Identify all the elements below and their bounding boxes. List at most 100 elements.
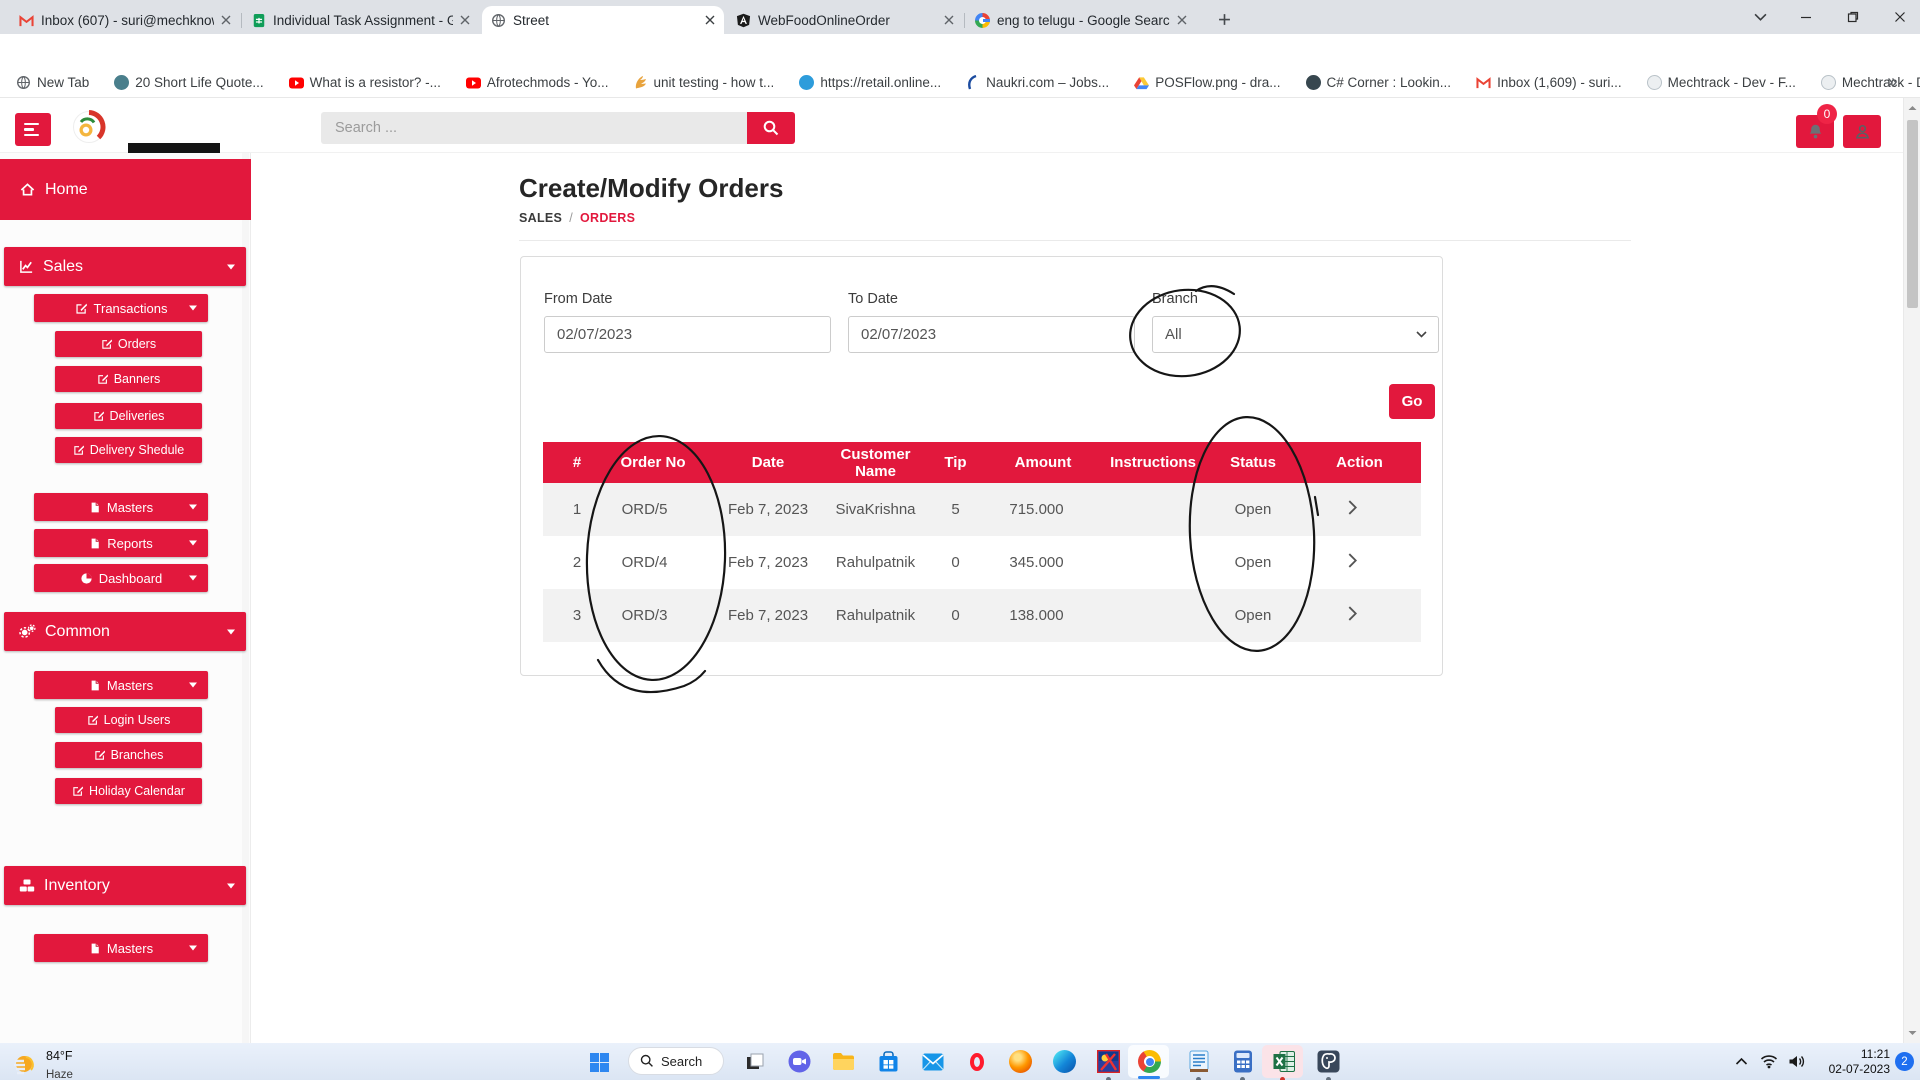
new-tab-button[interactable]	[1213, 8, 1235, 30]
app-search-button[interactable]	[747, 112, 795, 144]
sidebar-toggle-button[interactable]	[15, 113, 51, 146]
tab-close-icon[interactable]	[1177, 15, 1187, 25]
bookmark-item[interactable]: https://retail.online...	[799, 75, 941, 90]
google-favicon	[975, 13, 990, 28]
sidebar-item-holiday-calendar[interactable]: Holiday Calendar	[55, 778, 202, 804]
profile-button[interactable]	[1843, 115, 1881, 148]
chrome-browser-icon[interactable]	[1137, 1049, 1162, 1074]
tab-close-icon[interactable]	[221, 15, 231, 25]
taskbar-clock[interactable]: 11:21 02-07-2023	[1808, 1047, 1890, 1077]
sidebar-item-common[interactable]: Common	[4, 612, 246, 651]
branch-label: Branch	[1152, 291, 1198, 307]
taskbar-search[interactable]: Search	[628, 1047, 724, 1075]
gears-icon	[19, 624, 36, 639]
bookmark-item[interactable]: Afrotechmods - Yo...	[466, 75, 609, 90]
firefox-browser-icon[interactable]	[1008, 1049, 1033, 1074]
bell-icon	[1807, 123, 1824, 140]
breadcrumb-parent[interactable]: SALES	[519, 211, 562, 225]
tab-close-icon[interactable]	[944, 15, 954, 25]
sidebar-label: Banners	[114, 372, 161, 386]
window-minimize-button[interactable]	[1798, 9, 1814, 25]
sidebar-scrollbar[interactable]	[242, 153, 249, 1043]
sidebar-item-dashboard[interactable]: Dashboard	[34, 564, 208, 592]
branch-select[interactable]: All	[1152, 316, 1439, 353]
microsoft-store-icon[interactable]	[876, 1049, 901, 1074]
sidebar-item-branches[interactable]: Branches	[55, 742, 202, 768]
bookmark-item[interactable]: Mechtrack - Dev - F...	[1821, 75, 1920, 90]
row-expand-chevron[interactable]	[1298, 483, 1421, 536]
sidebar-item-orders[interactable]: Orders	[55, 331, 202, 357]
bookmark-item[interactable]: Naukri.com – Jobs...	[966, 75, 1109, 90]
window-close-button[interactable]	[1892, 9, 1908, 25]
sidebar-item-deliveries[interactable]: Deliveries	[55, 403, 202, 429]
go-button[interactable]: Go	[1389, 384, 1435, 419]
scroll-down-icon[interactable]	[1907, 1027, 1918, 1038]
tray-chevron-icon[interactable]	[1735, 1057, 1748, 1066]
col-header-instructions: Instructions	[1098, 442, 1208, 483]
tab-close-icon[interactable]	[460, 15, 470, 25]
sidebar-item-login-users[interactable]: Login Users	[55, 707, 202, 733]
weather-widget[interactable]: 84°FHaze	[12, 1047, 73, 1080]
wifi-icon[interactable]	[1760, 1054, 1778, 1069]
sidebar-item-home[interactable]: Home	[0, 159, 251, 220]
tab-search-chevron-icon[interactable]	[1752, 9, 1768, 25]
scroll-up-icon[interactable]	[1907, 103, 1918, 114]
mail-app-icon[interactable]	[920, 1049, 945, 1074]
sidebar-item-sales[interactable]: Sales	[4, 247, 246, 286]
tab-sheets[interactable]: Individual Task Assignment - Go	[243, 6, 479, 34]
bookmark-item[interactable]: New Tab	[16, 75, 89, 90]
bookmarks-overflow-icon[interactable]	[1887, 77, 1898, 88]
bookmark-item[interactable]: Mechtrack - Dev - F...	[1647, 75, 1796, 90]
to-date-label: To Date	[848, 291, 898, 307]
tab-close-icon[interactable]	[705, 15, 715, 25]
page-scrollbar[interactable]	[1903, 98, 1920, 1043]
opera-browser-icon[interactable]	[964, 1049, 989, 1074]
table-row[interactable]: 2 ORD/4 Feb 7, 2023 Rahulpatnik 0 345.00…	[543, 536, 1421, 589]
tab-gmail[interactable]: Inbox (607) - suri@mechknowso	[10, 6, 240, 34]
task-view-button[interactable]	[742, 1049, 767, 1074]
to-date-input[interactable]	[848, 316, 1135, 353]
chat-app-icon[interactable]	[787, 1049, 812, 1074]
tab-google-search[interactable]: eng to telugu - Google Search	[966, 6, 1196, 34]
volume-icon[interactable]	[1788, 1054, 1805, 1069]
edge-browser-icon[interactable]	[1052, 1049, 1077, 1074]
sidebar-item-banners[interactable]: Banners	[55, 366, 202, 392]
notification-count-badge[interactable]: 2	[1895, 1052, 1914, 1071]
row-expand-chevron[interactable]	[1298, 536, 1421, 589]
sidebar-item-inventory[interactable]: Inventory	[4, 866, 246, 905]
window-restore-button[interactable]	[1845, 9, 1861, 25]
bookmark-item[interactable]: 20 Short Life Quote...	[114, 75, 263, 90]
postgres-app-icon[interactable]	[1316, 1049, 1341, 1074]
boxes-icon	[19, 878, 35, 894]
file-explorer-icon[interactable]	[831, 1049, 856, 1074]
col-header-num: #	[543, 442, 598, 483]
status-badge: Open	[1208, 536, 1298, 589]
sidebar-item-masters-inventory[interactable]: Masters	[34, 934, 208, 962]
tab-active-street[interactable]: Street	[482, 6, 724, 34]
bookmark-item[interactable]: Inbox (1,609) - suri...	[1476, 75, 1622, 90]
bookmark-item[interactable]: POSFlow.png - dra...	[1134, 75, 1280, 90]
xming-app-icon[interactable]	[1096, 1049, 1121, 1074]
start-button[interactable]	[588, 1051, 610, 1073]
app-search-input[interactable]	[321, 112, 747, 144]
sidebar-label: Masters	[107, 941, 153, 956]
table-row[interactable]: 3 ORD/3 Feb 7, 2023 Rahulpatnik 0 138.00…	[543, 589, 1421, 642]
sidebar-item-delivery-schedule[interactable]: Delivery Shedule	[55, 437, 202, 463]
cell-tip: 0	[923, 589, 988, 642]
notepad-app-icon[interactable]	[1186, 1049, 1211, 1074]
scrollbar-thumb[interactable]	[1907, 120, 1918, 308]
bookmark-item[interactable]: unit testing - how t...	[634, 75, 775, 90]
sidebar-item-transactions[interactable]: Transactions	[34, 294, 208, 322]
person-icon	[1854, 123, 1871, 140]
row-expand-chevron[interactable]	[1298, 589, 1421, 642]
calculator-app-icon[interactable]	[1230, 1049, 1255, 1074]
bookmark-item[interactable]: What is a resistor? -...	[289, 75, 441, 90]
sidebar-item-masters[interactable]: Masters	[34, 493, 208, 521]
excel-app-icon[interactable]	[1271, 1049, 1296, 1074]
from-date-input[interactable]	[544, 316, 831, 353]
sidebar-item-masters-common[interactable]: Masters	[34, 671, 208, 699]
sidebar-item-reports[interactable]: Reports	[34, 529, 208, 557]
table-row[interactable]: 1 ORD/5 Feb 7, 2023 SivaKrishna 5 715.00…	[543, 483, 1421, 536]
bookmark-item[interactable]: C# Corner : Lookin...	[1306, 75, 1452, 90]
tab-webfoodonlineorder[interactable]: WebFoodOnlineOrder	[727, 6, 963, 34]
